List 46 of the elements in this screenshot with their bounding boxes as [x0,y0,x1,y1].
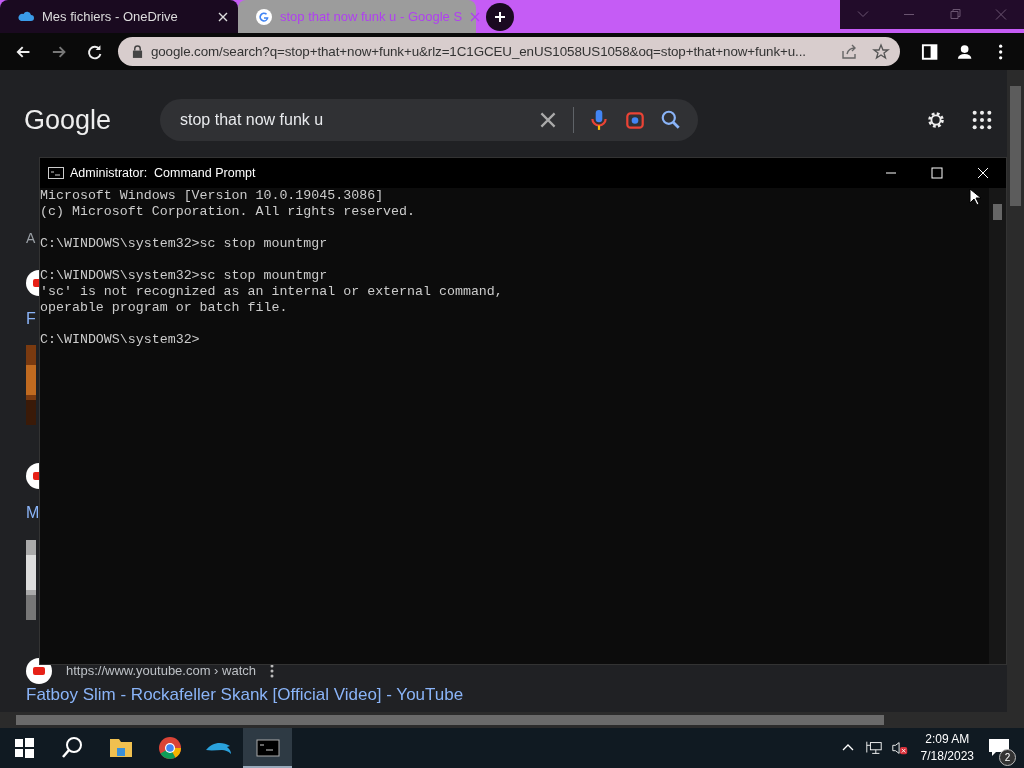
tab-title: Mes fichiers - OneDrive [42,9,179,24]
network-icon[interactable] [864,740,883,756]
new-tab-button[interactable] [486,3,514,31]
console-line: C:\WINDOWS\system32> [40,332,200,348]
google-icon [256,8,272,25]
console-line: C:\WINDOWS\system32>sc stop mountmgr [40,268,328,284]
folder-icon [108,738,133,758]
result-text: A [26,230,36,246]
terminal-icon [48,167,64,179]
url-text: google.com/search?q=stop+that+now+funk+u&rlz=1C1GCEU_enUS1058US1058&oq=stop+that+now+funk+u... [150,44,807,59]
plus-icon [494,11,506,23]
chrome-icon [158,737,181,759]
taskbar-app[interactable] [243,728,292,768]
result-link[interactable]: F [26,309,36,329]
microphone-icon[interactable] [588,109,610,131]
console-line: operable program or batch file. [40,300,288,316]
scrollbar[interactable] [989,188,1006,664]
address-bar[interactable]: google.com/search?q=stop+that+now+funk+u&rlz=1C1GCEU_enUS1058US1058&oq=stop+that+now+funk+u... [117,37,901,66]
camera-icon[interactable] [624,109,646,131]
result-link[interactable]: M [26,503,40,523]
search-icon[interactable] [660,109,682,131]
console-line: (c) Microsoft Corporation. All rights reserved. [40,204,416,220]
settings-icon[interactable] [925,109,947,131]
notification-badge: 2 [999,749,1016,766]
console-line: Microsoft Windows [Version 10.0.19045.3086] [40,188,384,204]
search-field[interactable]: stop that now funk u [160,99,698,141]
result-url: https://www.youtube.com › watch [66,663,257,679]
scrollbar[interactable] [1007,70,1024,712]
star-icon[interactable] [872,42,891,61]
scrollbar[interactable] [0,712,1024,728]
tab-title: stop that now funk u - Google S [280,9,463,24]
clock-date[interactable]: 7/18/2023 [920,748,974,765]
muted-speaker-icon[interactable] [890,740,909,756]
console-line: 'sc' is not recognized as an internal or external command, [40,284,503,300]
side-panel-icon[interactable] [920,41,940,62]
share-icon[interactable] [840,42,859,61]
dolphin-icon [205,741,232,755]
clock-time[interactable]: 2:09 AM [925,731,970,748]
result-link[interactable]: Fatboy Slim - Rockafeller Skank [Official Video] - YouTube [26,687,464,703]
google-logo[interactable]: Google [24,104,160,136]
terminal-icon [255,739,280,757]
lock-icon [131,45,143,58]
browser-tab[interactable]: Mes fichiers - OneDrive [0,0,238,33]
apps-icon[interactable] [971,109,993,131]
window-title: Administrator: Command Prompt [70,166,256,180]
console-line: C:\WINDOWS\system32>sc stop mountmgr [40,236,328,252]
